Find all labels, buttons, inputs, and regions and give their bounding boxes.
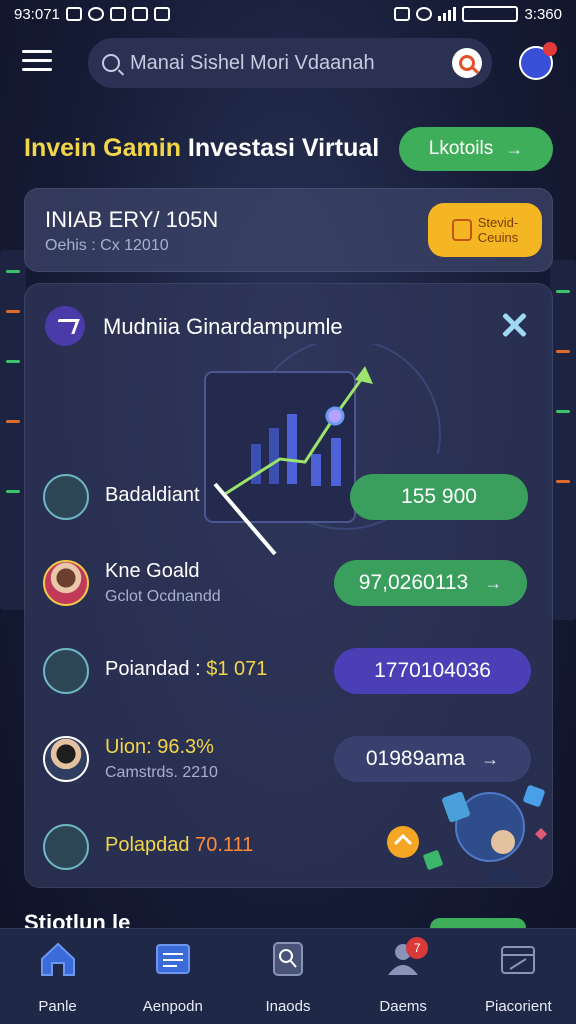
row-label: Polapdad 70.111 [105, 834, 254, 856]
notification-icon [65, 7, 82, 21]
search-submit-button[interactable] [452, 48, 482, 78]
arrow-right-icon: → [481, 748, 500, 769]
close-icon[interactable] [499, 310, 529, 340]
nav-label: Piacorient [484, 998, 552, 1015]
balance-subtitle: Oehis : Cx 12010 [45, 237, 169, 254]
document-icon [43, 824, 89, 870]
battery-icon [462, 6, 519, 22]
arrow-right-icon: → [505, 138, 524, 159]
wrench-icon [43, 648, 89, 694]
list-item[interactable]: Poiandad : $1 071 1770104036 [43, 644, 533, 700]
image-icon [153, 7, 170, 21]
value-button[interactable]: 1770104036 [334, 648, 531, 694]
trend-logo-icon [45, 306, 85, 346]
coins-badge-text: Stevid- Ceuins [477, 215, 519, 245]
status-bar: 93:071 3:360 [0, 0, 576, 28]
home-icon [40, 942, 75, 976]
balance-title: INIAB ERY/ 105N [45, 207, 219, 232]
details-button[interactable]: Lkotoils → [399, 127, 553, 171]
analytics-person-illustration [387, 785, 547, 882]
briefcase-icon [501, 946, 536, 974]
nav-item-user[interactable]: 7 Daems [348, 937, 458, 1019]
row-label: Uion: 96.3% [105, 736, 214, 758]
server-rack-left-decor [0, 250, 26, 610]
value-text: 155 900 [401, 485, 477, 508]
row-label: Badaldiant [105, 484, 200, 506]
nav-item-home[interactable]: Panle [3, 939, 113, 1019]
row-label: Kne Goald [105, 560, 200, 582]
row-label: Poiandad : $1 071 [105, 658, 268, 680]
value-text: 1770104036 [374, 659, 491, 682]
notification-badge: 7 [406, 937, 429, 959]
status-clock-right: 3:360 [524, 5, 562, 23]
avatar [43, 736, 89, 782]
growth-chart-illustration [204, 344, 455, 556]
app-bar: Manai Sishel Mori Vdaanah [0, 36, 576, 90]
shield-icon [109, 7, 126, 21]
panel-header: Mudniia Ginardampumle [45, 306, 535, 346]
investment-panel: Mudniia Ginardampumle Badaldiant 155 900… [24, 283, 553, 888]
list-item[interactable]: Kne Goald Gclot Ocdnandd 97,0260113 → [43, 556, 533, 612]
search-placeholder: Manai Sishel Mori Vdaanah [130, 51, 375, 74]
app-icon [131, 7, 148, 21]
search-doc-icon [272, 942, 303, 976]
coins-icon [451, 219, 472, 241]
nav-label: Aenpodn [142, 998, 203, 1015]
nav-label: Daems [379, 998, 427, 1015]
details-button-label: Lkotoils [428, 138, 494, 159]
coins-badge-button[interactable]: Stevid- Ceuins [428, 203, 542, 257]
nav-label: Inaods [265, 998, 311, 1015]
value-button[interactable]: 155 900 [350, 474, 528, 520]
bottom-nav: Panle Aenpodn Inaods 7 Daems Piacorient [0, 928, 576, 1024]
nav-label: Panle [38, 998, 77, 1015]
arrow-right-icon: → [484, 572, 503, 593]
nav-item-search[interactable]: Inaods [233, 939, 343, 1019]
search-icon [102, 54, 120, 72]
dollar-icon [43, 474, 89, 520]
value-text: 97,0260113 [358, 571, 469, 594]
server-rack-right-decor [550, 260, 576, 620]
nav-item-portfolio[interactable]: Aenpodn [118, 939, 228, 1019]
row-subtitle: Camstrds. 2210 [105, 764, 218, 781]
value-text: 01989ama [365, 747, 466, 770]
notification-dot [543, 42, 557, 56]
avatar [43, 560, 89, 606]
alarm-icon [416, 7, 433, 21]
list-item[interactable]: Uion: 96.3% Camstrds. 2210 01989ama → [43, 732, 533, 788]
portfolio-icon [155, 944, 190, 974]
value-button[interactable]: 97,0260113 → [334, 560, 527, 606]
list-item[interactable]: Badaldiant 155 900 [43, 470, 533, 526]
title-row: Invein Gamin Investasi Virtual Lkotoils … [24, 124, 554, 172]
wifi-icon [87, 7, 104, 21]
nfc-icon [394, 7, 411, 21]
search-icon [459, 55, 475, 71]
signal-icon [438, 7, 457, 21]
profile-button[interactable] [519, 42, 557, 80]
balance-card: INIAB ERY/ 105N Oehis : Cx 12010 Stevid-… [24, 188, 553, 272]
menu-icon[interactable] [22, 50, 52, 74]
value-button[interactable]: 01989ama → [334, 736, 531, 782]
search-input[interactable]: Manai Sishel Mori Vdaanah [88, 38, 492, 88]
status-time: 93:071 [14, 5, 60, 23]
page-title: Invein Gamin Investasi Virtual [24, 134, 380, 162]
nav-item-briefcase[interactable]: Piacorient [463, 939, 573, 1019]
panel-title: Mudniia Ginardampumle [103, 314, 343, 339]
row-subtitle: Gclot Ocdnandd [105, 588, 221, 605]
